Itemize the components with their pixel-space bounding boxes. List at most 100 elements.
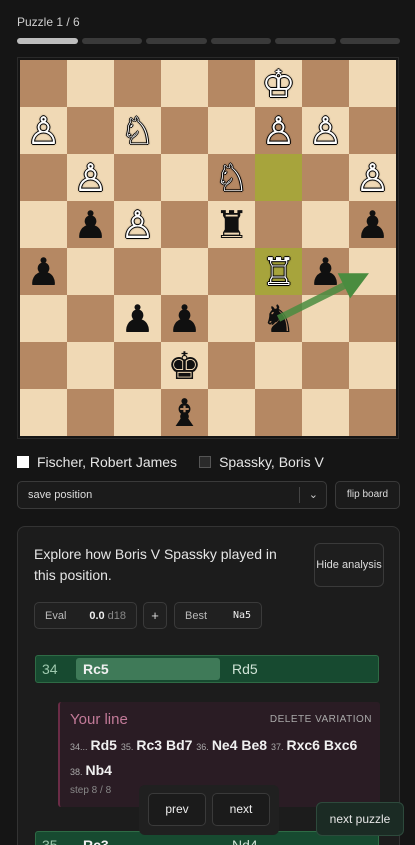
square-f4[interactable]: ♖ [255,248,302,295]
square-h6[interactable]: ♙ [349,154,396,201]
increase-depth-button[interactable]: + [143,602,167,629]
square-f5[interactable] [255,201,302,248]
square-b1[interactable] [67,389,114,436]
black-bishop-icon[interactable]: ♝ [167,394,201,432]
square-a2[interactable] [20,342,67,389]
square-g4[interactable]: ♟ [302,248,349,295]
white-king-icon[interactable]: ♔ [261,65,295,103]
square-c4[interactable] [114,248,161,295]
square-g6[interactable] [302,154,349,201]
square-b8[interactable] [67,60,114,107]
square-h7[interactable] [349,107,396,154]
chess-board[interactable]: ♔ ♙ ♘ ♙ ♙ ♙ ♘ ♙ ♟ ♙ ♜ ♟ ♟ ♖ ♟ ♟ ♟ ♞ ♚ ♝ [20,60,396,436]
white-pawn-icon[interactable]: ♙ [261,112,295,150]
white-knight-icon[interactable]: ♘ [214,159,248,197]
square-a6[interactable] [20,154,67,201]
black-pawn-icon[interactable]: ♟ [308,253,342,291]
black-move[interactable]: Nd4 [220,837,258,845]
square-c5[interactable]: ♙ [114,201,161,248]
variation-move[interactable]: Nb4 [86,762,112,778]
square-a5[interactable] [20,201,67,248]
square-g5[interactable] [302,201,349,248]
square-h3[interactable] [349,295,396,342]
square-c6[interactable] [114,154,161,201]
variation-move[interactable]: Rc3 [136,737,166,753]
square-a8[interactable] [20,60,67,107]
white-pawn-icon[interactable]: ♙ [26,112,60,150]
square-a1[interactable] [20,389,67,436]
variation-move[interactable]: Bxc6 [324,737,357,753]
square-c3[interactable]: ♟ [114,295,161,342]
black-pawn-icon[interactable]: ♟ [120,300,154,338]
variation-move[interactable]: Rxc6 [286,737,323,753]
chevron-down-icon[interactable]: ⌄ [309,488,318,501]
square-a3[interactable] [20,295,67,342]
square-h8[interactable] [349,60,396,107]
white-pawn-icon[interactable]: ♙ [308,112,342,150]
square-e2[interactable] [208,342,255,389]
next-button[interactable]: next [212,793,270,826]
square-f1[interactable] [255,389,302,436]
variation-move[interactable]: Ne4 [212,737,242,753]
square-g8[interactable] [302,60,349,107]
square-d2[interactable]: ♚ [161,342,208,389]
square-d1[interactable]: ♝ [161,389,208,436]
black-rook-icon[interactable]: ♜ [214,206,248,244]
square-e5[interactable]: ♜ [208,201,255,248]
square-e7[interactable] [208,107,255,154]
square-b3[interactable] [67,295,114,342]
square-f8[interactable]: ♔ [255,60,302,107]
square-a4[interactable]: ♟ [20,248,67,295]
square-c2[interactable] [114,342,161,389]
save-position-select[interactable]: save position ⌄ [17,481,327,509]
flip-board-button[interactable]: flip board [335,481,400,509]
white-move[interactable]: Rc5 [76,658,220,680]
square-c1[interactable] [114,389,161,436]
square-h2[interactable] [349,342,396,389]
black-pawn-icon[interactable]: ♟ [355,206,389,244]
white-move[interactable]: Rc3 [76,834,220,845]
white-pawn-icon[interactable]: ♙ [355,159,389,197]
square-g1[interactable] [302,389,349,436]
black-pawn-icon[interactable]: ♟ [26,253,60,291]
square-b6[interactable]: ♙ [67,154,114,201]
next-puzzle-button[interactable]: next puzzle [316,802,404,836]
square-g3[interactable] [302,295,349,342]
square-d8[interactable] [161,60,208,107]
best-move-display[interactable]: Best Na5 [174,602,262,629]
square-f2[interactable] [255,342,302,389]
square-d7[interactable] [161,107,208,154]
hide-analysis-button[interactable]: Hide analysis [314,543,384,587]
square-h1[interactable] [349,389,396,436]
black-pawn-icon[interactable]: ♟ [167,300,201,338]
black-knight-icon[interactable]: ♞ [261,300,295,338]
square-e4[interactable] [208,248,255,295]
square-e6[interactable]: ♘ [208,154,255,201]
white-knight-icon[interactable]: ♘ [120,112,154,150]
variation-move[interactable]: Be8 [241,737,271,753]
square-g2[interactable] [302,342,349,389]
variation-move[interactable]: Rd5 [91,737,121,753]
white-rook-icon[interactable]: ♖ [261,253,295,291]
prev-button[interactable]: prev [148,793,206,826]
square-d6[interactable] [161,154,208,201]
delete-variation-button[interactable]: DELETE VARIATION [270,714,372,725]
square-h5[interactable]: ♟ [349,201,396,248]
white-pawn-icon[interactable]: ♙ [73,159,107,197]
move-row[interactable]: 34 Rc5 Rd5 [35,655,379,683]
square-b5[interactable]: ♟ [67,201,114,248]
square-d4[interactable] [161,248,208,295]
square-b7[interactable] [67,107,114,154]
square-f7[interactable]: ♙ [255,107,302,154]
white-pawn-icon[interactable]: ♙ [120,206,154,244]
variation-move[interactable]: Bd7 [166,737,196,753]
square-h4[interactable] [349,248,396,295]
black-move[interactable]: Rd5 [220,661,258,677]
square-b4[interactable] [67,248,114,295]
black-king-icon[interactable]: ♚ [167,347,201,385]
square-c8[interactable] [114,60,161,107]
black-pawn-icon[interactable]: ♟ [73,206,107,244]
square-f6[interactable] [255,154,302,201]
square-a7[interactable]: ♙ [20,107,67,154]
square-e1[interactable] [208,389,255,436]
